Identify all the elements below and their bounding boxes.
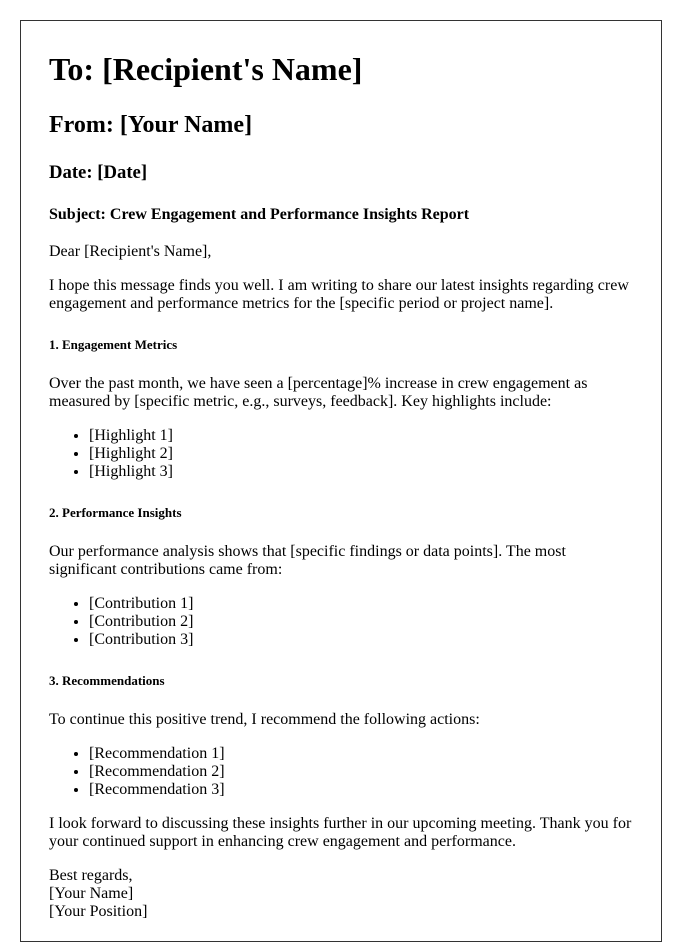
date-heading: Date: [Date] bbox=[49, 162, 148, 183]
closing-paragraph: I look forward to discussing these insig… bbox=[49, 815, 632, 850]
signer-name: [Your Name] bbox=[49, 885, 134, 902]
from-heading: From: [Your Name] bbox=[49, 112, 253, 138]
sign-off: Best regards, bbox=[49, 867, 133, 884]
list-item: [Recommendation 2] bbox=[89, 763, 633, 781]
section-recommendations: 3. Recommendations To continue this posi… bbox=[49, 673, 633, 799]
intro-paragraph: I hope this message finds you well. I am… bbox=[49, 277, 629, 312]
section-engagement-metrics: 1. Engagement Metrics Over the past mont… bbox=[49, 337, 633, 481]
signature-block: Best regards, [Your Name] [Your Position… bbox=[49, 867, 633, 921]
letter: To: [Recipient's Name] From: [Your Name]… bbox=[20, 20, 662, 942]
highlights-list: [Highlight 1] [Highlight 2] [Highlight 3… bbox=[49, 427, 633, 481]
recommendations-list: [Recommendation 1] [Recommendation 2] [R… bbox=[49, 745, 633, 799]
list-item: [Contribution 2] bbox=[89, 613, 633, 631]
list-item: [Highlight 3] bbox=[89, 463, 633, 481]
list-item: [Recommendation 1] bbox=[89, 745, 633, 763]
section-text: Over the past month, we have seen a [per… bbox=[49, 375, 588, 410]
list-item: [Recommendation 3] bbox=[89, 781, 633, 799]
section-heading: 2. Performance Insights bbox=[49, 505, 182, 520]
list-item: [Contribution 1] bbox=[89, 595, 633, 613]
list-item: [Highlight 2] bbox=[89, 445, 633, 463]
greeting: Dear [Recipient's Name], bbox=[49, 243, 212, 260]
subject-heading: Subject: Crew Engagement and Performance… bbox=[49, 206, 470, 223]
section-heading: 1. Engagement Metrics bbox=[49, 337, 178, 352]
contributions-list: [Contribution 1] [Contribution 2] [Contr… bbox=[49, 595, 633, 649]
list-item: [Highlight 1] bbox=[89, 427, 633, 445]
section-heading: 3. Recommendations bbox=[49, 673, 165, 688]
to-heading: To: [Recipient's Name] bbox=[49, 51, 363, 87]
signer-position: [Your Position] bbox=[49, 903, 148, 920]
list-item: [Contribution 3] bbox=[89, 631, 633, 649]
section-performance-insights: 2. Performance Insights Our performance … bbox=[49, 505, 633, 649]
section-text: Our performance analysis shows that [spe… bbox=[49, 543, 566, 578]
section-text: To continue this positive trend, I recom… bbox=[49, 711, 480, 728]
